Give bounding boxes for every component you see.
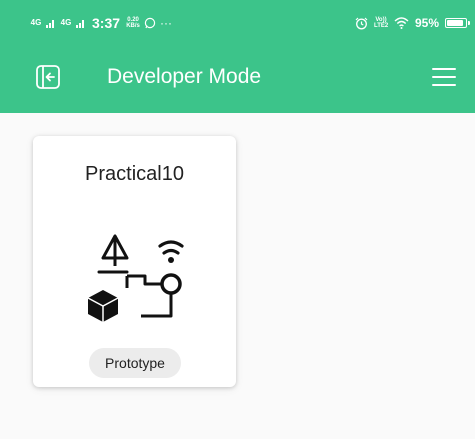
signal-icon: [76, 20, 84, 28]
network-indicator-1: 4G: [30, 19, 42, 27]
signal-icon: [46, 20, 54, 28]
network-indicator-2: 4G: [60, 19, 72, 27]
more-notifications: ···: [160, 16, 173, 30]
project-type-badge: Prototype: [89, 348, 181, 378]
network-1-label: 4G: [30, 18, 42, 27]
status-bar: 4G 4G 3:37 0.20 KB/s ··· Vo)) LTE2 95%: [0, 0, 475, 45]
page-title: Developer Mode: [107, 65, 262, 88]
wifi-icon: [394, 17, 409, 29]
prototype-icon: [87, 234, 184, 322]
status-left: 4G 4G 3:37 0.20 KB/s ···: [30, 14, 172, 32]
network-speed-unit: KB/s: [126, 23, 140, 29]
project-card[interactable]: Practical10 Prototype: [33, 136, 236, 387]
menu-button[interactable]: [432, 67, 456, 87]
clock: 3:37: [92, 15, 121, 31]
exit-button[interactable]: [34, 63, 62, 91]
alarm-icon: [355, 17, 368, 29]
network-2-label: 4G: [60, 18, 72, 27]
volte-2: LTE2: [373, 23, 389, 29]
battery-icon: [445, 18, 470, 28]
volte-indicator: Vo)) LTE2: [374, 17, 388, 29]
exit-icon: [36, 65, 60, 89]
whatsapp-icon: [144, 17, 156, 29]
battery-percent: 95%: [414, 16, 439, 30]
network-speed: 0.20 KB/s: [126, 17, 140, 29]
app-bar: Developer Mode: [0, 45, 475, 113]
project-title: Practical10: [85, 163, 184, 185]
battery-fill: [447, 20, 464, 26]
menu-icon: [432, 68, 456, 86]
status-right: Vo)) LTE2 95%: [355, 14, 470, 32]
